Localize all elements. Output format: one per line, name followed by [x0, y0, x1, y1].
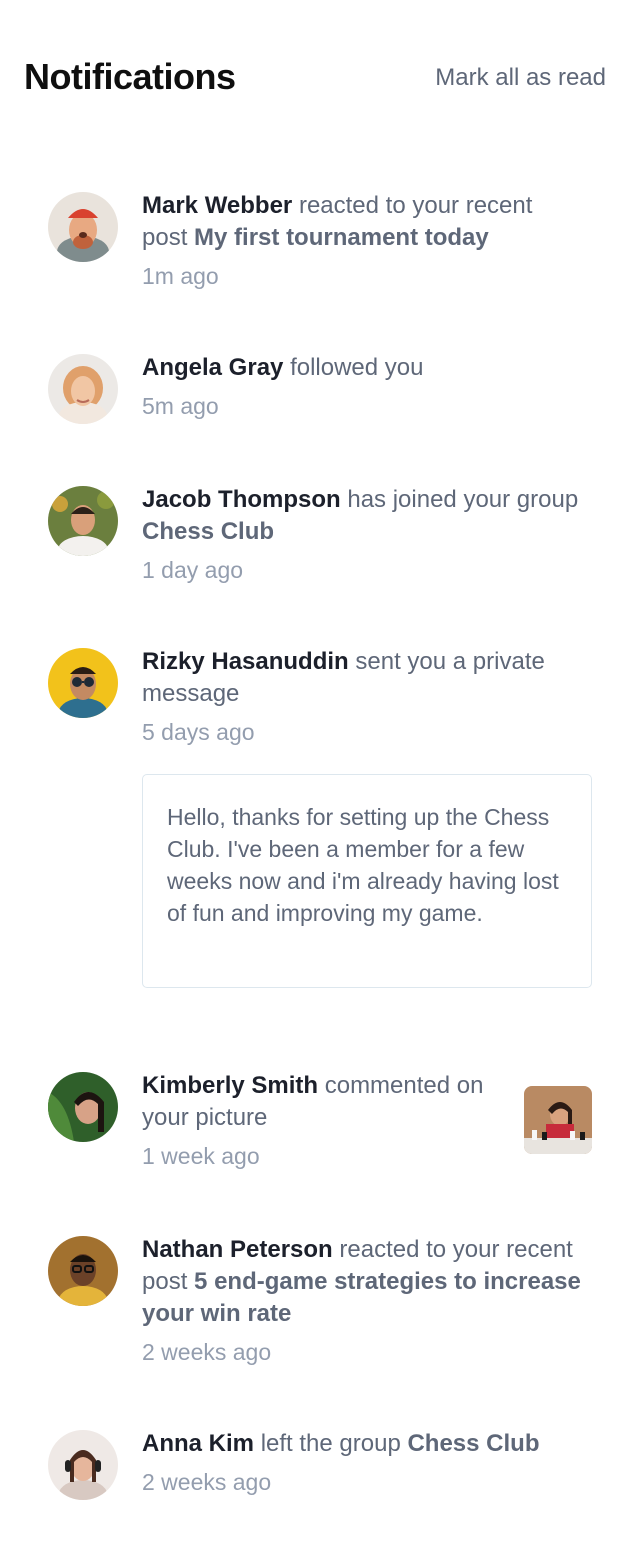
- sender-name[interactable]: Mark Webber: [142, 192, 292, 219]
- notification-time: 5m ago: [142, 393, 219, 419]
- notification-action: left the group: [260, 1430, 401, 1457]
- notification-time: 5 days ago: [142, 719, 255, 745]
- avatar-rizky-hasanuddin[interactable]: [48, 648, 118, 718]
- notification-item[interactable]: Mark Webber reacted to your recent post …: [0, 190, 640, 310]
- avatar-angela-gray[interactable]: [48, 354, 118, 424]
- notification-time: 1m ago: [142, 263, 219, 289]
- notification-target-group[interactable]: Chess Club: [142, 518, 274, 545]
- avatar-nathan-peterson[interactable]: [48, 1236, 118, 1306]
- avatar-jacob-thompson[interactable]: [48, 486, 118, 556]
- notification-time: 1 week ago: [142, 1143, 260, 1169]
- private-message-preview[interactable]: Hello, thanks for setting up the Chess C…: [142, 774, 592, 988]
- notification-item[interactable]: Angela Gray followed you 5m ago: [0, 352, 640, 442]
- mark-all-as-read-button[interactable]: Mark all as read: [435, 64, 606, 92]
- avatar-anna-kim[interactable]: [48, 1430, 118, 1500]
- notification-item[interactable]: Rizky Hasanuddin sent you a private mess…: [0, 646, 640, 996]
- sender-name[interactable]: Anna Kim: [142, 1430, 254, 1457]
- sender-name[interactable]: Rizky Hasanuddin: [142, 648, 349, 675]
- notification-time: 1 day ago: [142, 557, 244, 583]
- avatar-mark-webber[interactable]: [48, 192, 118, 262]
- notification-target-post[interactable]: My first tournament today: [194, 224, 489, 251]
- notification-target-group[interactable]: Chess Club: [407, 1430, 539, 1457]
- sender-name[interactable]: Angela Gray: [142, 354, 283, 381]
- notification-item[interactable]: Nathan Peterson reacted to your recent p…: [0, 1234, 640, 1384]
- page-title: Notifications: [24, 56, 236, 97]
- notification-time: 2 weeks ago: [142, 1469, 272, 1495]
- sender-name[interactable]: Jacob Thompson: [142, 486, 341, 513]
- notifications-header: Notifications Mark all as read: [0, 0, 640, 160]
- chess-picture-thumbnail[interactable]: [524, 1086, 592, 1154]
- notification-item[interactable]: Jacob Thompson has joined your group Che…: [0, 484, 640, 604]
- notification-action: has joined your group: [347, 486, 579, 513]
- notification-target-post[interactable]: 5 end-game strategies to increase your w…: [142, 1268, 581, 1327]
- notification-item[interactable]: Anna Kim left the group Chess Club 2 wee…: [0, 1428, 640, 1518]
- sender-name[interactable]: Kimberly Smith: [142, 1072, 318, 1099]
- notification-item[interactable]: Kimberly Smith commented on your picture…: [0, 1070, 640, 1190]
- notification-time: 2 weeks ago: [142, 1339, 272, 1365]
- sender-name[interactable]: Nathan Peterson: [142, 1236, 333, 1263]
- avatar-kimberly-smith[interactable]: [48, 1072, 118, 1142]
- notification-action: followed you: [290, 354, 424, 381]
